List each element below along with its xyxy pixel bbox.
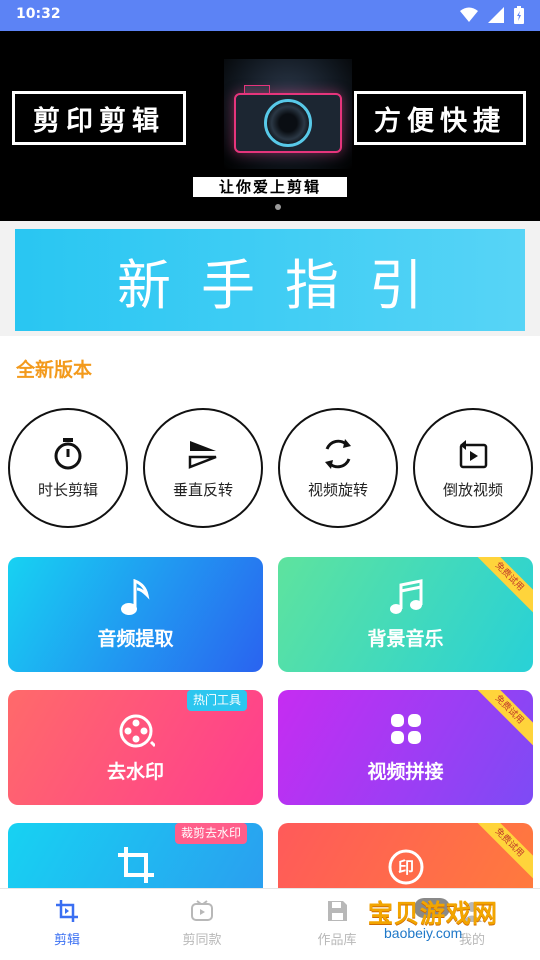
signal-icon (488, 7, 504, 23)
reverse-play-icon (459, 439, 488, 468)
section-title: 全新版本 (16, 359, 93, 381)
tab-label: 剪同款 (182, 933, 222, 948)
stamp-card[interactable]: 免费试用 印 (278, 823, 533, 888)
battery-icon (514, 6, 524, 24)
tv-icon (191, 900, 213, 921)
card-icon-wrap: 印 (278, 845, 533, 885)
tab-edit[interactable]: 剪辑 (27, 899, 107, 948)
crop-watermark-card[interactable]: 裁剪去水印 (8, 823, 263, 888)
music-note-icon (120, 579, 149, 615)
card-label: 去水印 (106, 761, 164, 783)
reverse-video-button[interactable]: 倒放视频 (413, 408, 533, 528)
beginner-guide-button[interactable]: 新手指引 (15, 229, 525, 331)
camera-lens (264, 99, 312, 147)
card-icon-wrap (278, 579, 533, 617)
guide-section: 新手指引 (0, 221, 540, 336)
audio-extract-card[interactable]: 音频提取 (8, 557, 263, 672)
banner-page-indicator (275, 204, 281, 210)
card-label: 背景音乐 (367, 628, 444, 650)
card-icon-wrap (8, 579, 263, 617)
video-splice-card[interactable]: 免费试用 视频拼接 (278, 690, 533, 805)
status-time: 10:32 (16, 6, 61, 22)
crop-watermark-tag: 裁剪去水印 (174, 823, 247, 844)
banner-left-text: 剪印剪辑 (12, 91, 186, 145)
vertical-flip-button[interactable]: 垂直反转 (143, 408, 263, 528)
banner-subtitle: 让你爱上剪辑 (193, 177, 347, 197)
duration-edit-button[interactable]: 时长剪辑 (8, 408, 128, 528)
card-icon-wrap (278, 712, 533, 746)
card-icon-wrap (8, 712, 263, 750)
wifi-icon (460, 7, 478, 22)
crop-tab-icon (56, 900, 78, 922)
watermark-url: baobeiy.com (384, 925, 463, 941)
save-icon (328, 901, 347, 921)
status-bar: 10:32 (0, 0, 540, 31)
film-reel-icon (119, 714, 155, 748)
tool-label: 垂直反转 (172, 480, 233, 499)
tool-label: 倒放视频 (442, 480, 503, 499)
status-icons (460, 6, 524, 24)
stopwatch-icon (54, 437, 82, 469)
tab-same-style[interactable]: 剪同款 (162, 899, 242, 948)
card-icon-wrap (8, 845, 263, 885)
tab-label: 剪辑 (53, 933, 80, 948)
card-label: 音频提取 (97, 628, 174, 650)
site-watermark: 宝贝游戏网 baobeiy.com (364, 894, 514, 946)
rotate-icon (325, 438, 351, 469)
remove-watermark-card[interactable]: 热门工具 去水印 (8, 690, 263, 805)
grid-icon (390, 714, 421, 744)
tab-label: 作品库 (317, 933, 357, 948)
music-notes-icon (389, 579, 422, 614)
svg-text:印: 印 (397, 858, 413, 877)
stamp-icon: 印 (388, 849, 423, 885)
hot-tool-tag: 热门工具 (186, 690, 247, 711)
banner-right-text: 方便快捷 (354, 91, 526, 145)
promo-banner[interactable]: 剪印剪辑 方便快捷 让你爱上剪辑 (0, 31, 540, 221)
flip-icon (188, 440, 217, 469)
tool-label: 视频旋转 (307, 480, 368, 499)
video-rotate-button[interactable]: 视频旋转 (278, 408, 398, 528)
card-label: 视频拼接 (367, 761, 444, 783)
tool-label: 时长剪辑 (37, 480, 98, 499)
camera-image (224, 59, 352, 169)
crop-icon (117, 847, 154, 883)
background-music-card[interactable]: 免费试用 背景音乐 (278, 557, 533, 672)
